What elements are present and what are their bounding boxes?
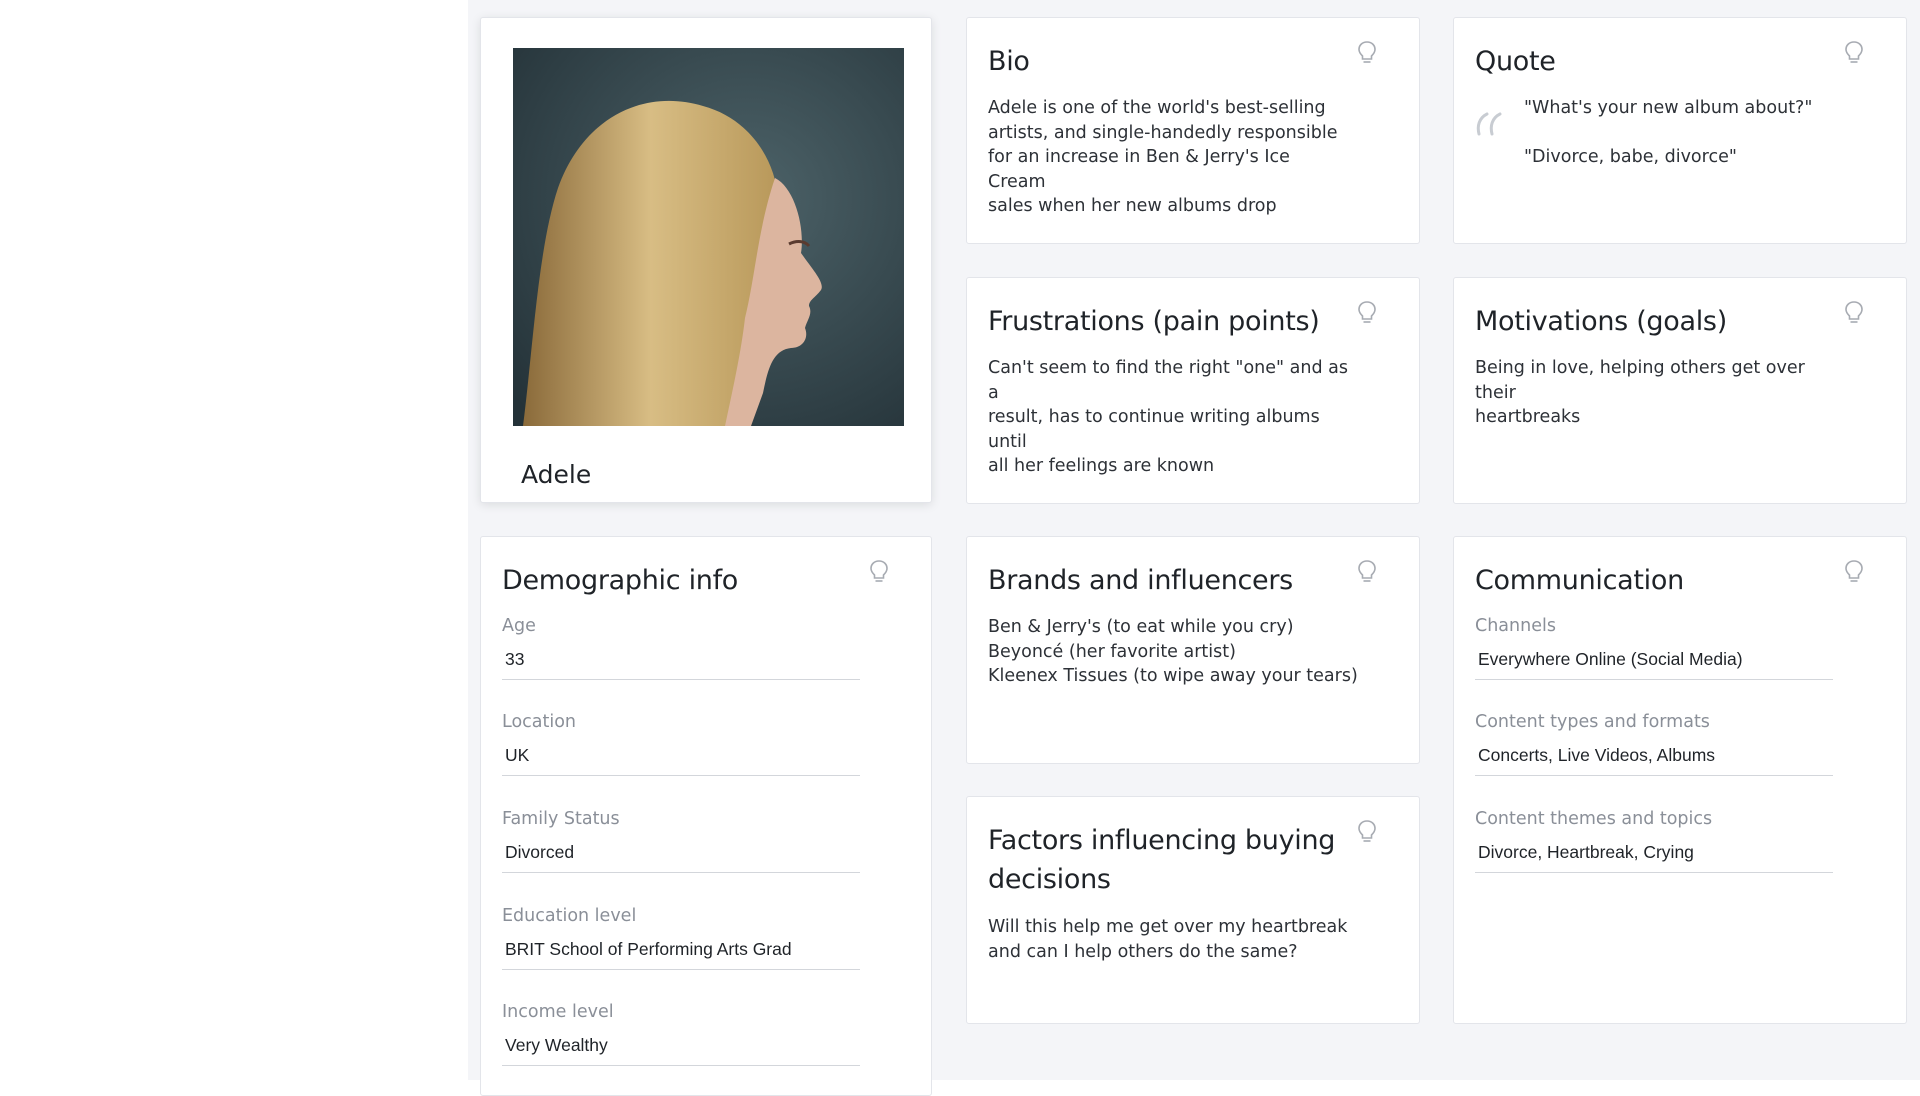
- field-value[interactable]: Concerts, Live Videos, Albums: [1475, 743, 1833, 776]
- communication-title: Communication: [1475, 565, 1684, 596]
- persona-name: Adele: [521, 460, 592, 489]
- field-value[interactable]: Divorced: [502, 840, 860, 873]
- lightbulb-icon[interactable]: [1357, 559, 1377, 585]
- demographic-card[interactable]: Demographic info Age 33 Location UK Fami…: [480, 536, 932, 1096]
- frustrations-card[interactable]: Frustrations (pain points) Can't seem to…: [966, 277, 1420, 504]
- bio-text: Adele is one of the world's best-selling…: [988, 98, 1338, 216]
- location-field[interactable]: Location UK: [502, 710, 860, 776]
- family-status-field[interactable]: Family Status Divorced: [502, 807, 860, 873]
- motivations-text: Being in love, helping others get over t…: [1475, 358, 1805, 427]
- field-label: Family Status: [502, 809, 620, 829]
- brands-card[interactable]: Brands and influencers Ben & Jerry's (to…: [966, 536, 1420, 764]
- field-value[interactable]: Everywhere Online (Social Media): [1475, 647, 1833, 680]
- lightbulb-icon[interactable]: [869, 559, 889, 585]
- content-themes-field[interactable]: Content themes and topics Divorce, Heart…: [1475, 807, 1833, 873]
- quote-line: "What's your new album about?": [1524, 98, 1813, 118]
- lightbulb-icon[interactable]: [1844, 300, 1864, 326]
- field-label: Channels: [1475, 616, 1556, 636]
- frustrations-text: Can't seem to find the right "one" and a…: [988, 358, 1348, 476]
- factors-card[interactable]: Factors influencing buying decisions Wil…: [966, 796, 1420, 1024]
- field-value[interactable]: Very Wealthy: [502, 1033, 860, 1066]
- lightbulb-icon[interactable]: [1357, 819, 1377, 845]
- field-value[interactable]: 33: [502, 647, 860, 680]
- education-level-field[interactable]: Education level BRIT School of Performin…: [502, 904, 860, 970]
- age-field[interactable]: Age 33: [502, 614, 860, 680]
- quote-card[interactable]: Quote "What's your new album about?" "Di…: [1453, 17, 1907, 244]
- field-value[interactable]: Divorce, Heartbreak, Crying: [1475, 840, 1833, 873]
- factors-text: Will this help me get over my heartbreak…: [988, 917, 1348, 962]
- field-label: Age: [502, 616, 536, 636]
- quote-title: Quote: [1475, 46, 1556, 77]
- lightbulb-icon[interactable]: [1357, 300, 1377, 326]
- field-label: Income level: [502, 1002, 614, 1022]
- frustrations-title: Frustrations (pain points): [988, 306, 1320, 337]
- factors-title: Factors influencing buying decisions: [988, 825, 1336, 895]
- income-level-field[interactable]: Income level Very Wealthy: [502, 1000, 860, 1066]
- field-label: Location: [502, 712, 577, 732]
- bio-title: Bio: [988, 46, 1030, 77]
- persona-board: Adele Bio Adele is one of the world's be…: [468, 0, 1920, 1096]
- lightbulb-icon[interactable]: [1357, 40, 1377, 66]
- lightbulb-icon[interactable]: [1844, 559, 1864, 585]
- channels-field[interactable]: Channels Everywhere Online (Social Media…: [1475, 614, 1833, 680]
- profile-photo: [513, 48, 904, 426]
- content-types-field[interactable]: Content types and formats Concerts, Live…: [1475, 710, 1833, 776]
- quote-icon: [1476, 112, 1502, 136]
- brands-text: Ben & Jerry's (to eat while you cry) Bey…: [988, 617, 1358, 686]
- motivations-title: Motivations (goals): [1475, 306, 1727, 337]
- communication-card[interactable]: Communication Channels Everywhere Online…: [1453, 536, 1907, 1024]
- quote-lines: "What's your new album about?" "Divorce,…: [1524, 96, 1866, 193]
- field-label: Content types and formats: [1475, 712, 1710, 732]
- quote-line: "Divorce, babe, divorce": [1524, 146, 1737, 167]
- demographic-title: Demographic info: [502, 565, 739, 596]
- lightbulb-icon[interactable]: [1844, 40, 1864, 66]
- field-label: Content themes and topics: [1475, 809, 1713, 829]
- bio-card[interactable]: Bio Adele is one of the world's best-sel…: [966, 17, 1420, 244]
- motivations-card[interactable]: Motivations (goals) Being in love, helpi…: [1453, 277, 1907, 504]
- field-label: Education level: [502, 906, 637, 926]
- profile-card[interactable]: Adele: [480, 17, 932, 503]
- brands-title: Brands and influencers: [988, 565, 1293, 596]
- field-value[interactable]: UK: [502, 743, 860, 776]
- field-value[interactable]: BRIT School of Performing Arts Grad: [502, 937, 860, 970]
